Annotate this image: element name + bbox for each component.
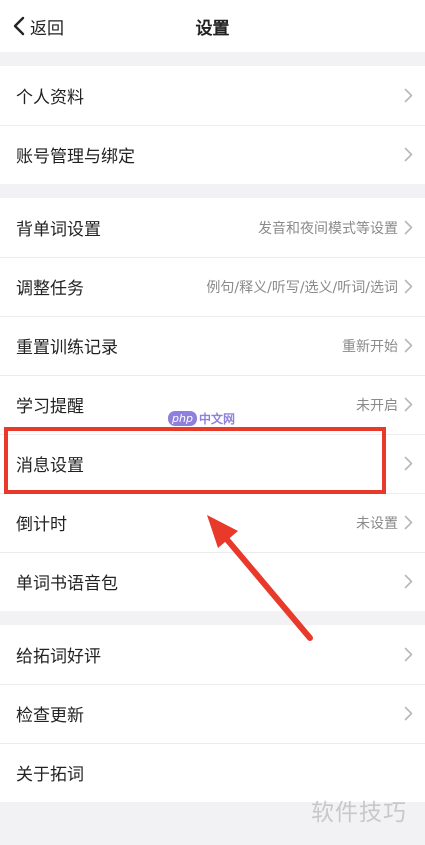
chevron-right-icon (404, 147, 413, 162)
settings-item-check-update[interactable]: 检查更新 (0, 684, 425, 743)
settings-item-countdown[interactable]: 倒计时 未设置 (0, 493, 425, 552)
settings-item-account-binding[interactable]: 账号管理与绑定 (0, 125, 425, 184)
settings-item-label: 倒计时 (16, 515, 67, 535)
settings-item-word-settings[interactable]: 背单词设置 发音和夜间模式等设置 (0, 198, 425, 257)
settings-group-about: 给拓词好评 检查更新 关于拓词 (0, 625, 425, 802)
settings-group-study: 背单词设置 发音和夜间模式等设置 调整任务 例句/释义/听写/选义/听词/选词 … (0, 198, 425, 611)
back-label: 返回 (30, 18, 64, 39)
page-title: 设置 (195, 18, 230, 39)
chevron-right-icon (404, 647, 413, 662)
settings-item-rate-app[interactable]: 给拓词好评 (0, 625, 425, 684)
settings-item-profile[interactable]: 个人资料 (0, 66, 425, 125)
settings-item-reset-records[interactable]: 重置训练记录 重新开始 (0, 316, 425, 375)
settings-item-label: 账号管理与绑定 (16, 147, 135, 167)
back-button[interactable]: 返回 (12, 0, 64, 52)
settings-item-voice-pack[interactable]: 单词书语音包 (0, 552, 425, 611)
watermark-logo: php 中文网 (168, 410, 235, 427)
settings-item-label: 背单词设置 (16, 220, 101, 240)
settings-item-label: 检查更新 (16, 706, 84, 726)
chevron-right-icon (404, 574, 413, 589)
settings-item-label: 个人资料 (16, 88, 84, 108)
settings-item-value: 例句/释义/听写/选义/听词/选词 (206, 279, 398, 296)
settings-group-account: 个人资料 账号管理与绑定 (0, 66, 425, 184)
section-gap (0, 52, 425, 66)
chevron-right-icon (404, 220, 413, 235)
watermark-logo-text: 中文网 (198, 412, 235, 426)
watermark-text: 软件技巧 (311, 800, 407, 826)
settings-item-value: 发音和夜间模式等设置 (258, 220, 398, 237)
settings-item-label: 调整任务 (16, 279, 84, 299)
settings-item-label: 消息设置 (16, 456, 84, 476)
settings-item-label: 重置训练记录 (16, 338, 118, 358)
settings-item-label: 关于拓词 (16, 765, 84, 785)
settings-item-value: 重新开始 (342, 338, 398, 355)
navbar: 返回 设置 (0, 0, 425, 52)
chevron-right-icon (404, 397, 413, 412)
settings-item-label: 给拓词好评 (16, 647, 101, 667)
chevron-right-icon (404, 515, 413, 530)
section-gap (0, 611, 425, 625)
settings-item-label: 单词书语音包 (16, 574, 118, 594)
chevron-right-icon (404, 456, 413, 471)
chevron-right-icon (404, 279, 413, 294)
settings-item-value: 未设置 (356, 515, 398, 532)
settings-item-adjust-tasks[interactable]: 调整任务 例句/释义/听写/选义/听词/选词 (0, 257, 425, 316)
chevron-left-icon (13, 16, 25, 36)
chevron-right-icon (404, 706, 413, 721)
chevron-right-icon (404, 88, 413, 103)
chevron-right-icon (404, 338, 413, 353)
settings-item-value: 未开启 (356, 397, 398, 414)
watermark-logo-php: php (168, 411, 197, 426)
settings-item-message-settings[interactable]: 消息设置 (0, 434, 425, 493)
section-gap (0, 184, 425, 198)
